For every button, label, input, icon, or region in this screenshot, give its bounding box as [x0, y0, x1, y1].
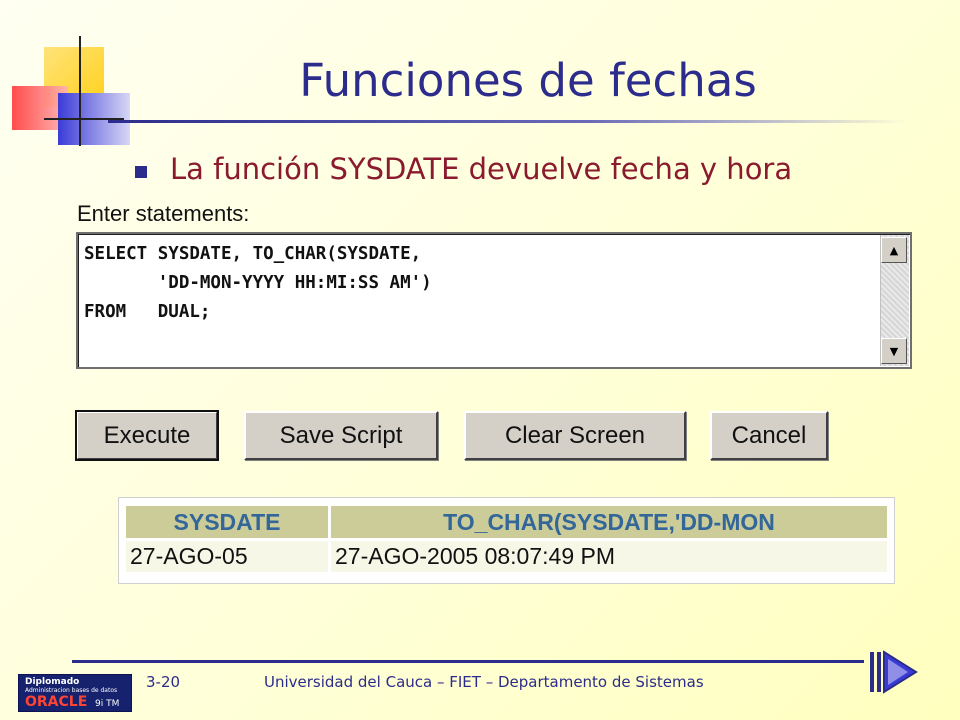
logo-line1: Diplomado — [25, 677, 80, 687]
next-slide-arrow-icon[interactable] — [868, 650, 918, 694]
table-header-row: SYSDATE TO_CHAR(SYSDATE,'DD-MON — [126, 506, 887, 538]
logo-version: 9i TM — [95, 699, 120, 709]
table-cell-sysdate: 27-AGO-05 — [126, 541, 328, 572]
slide-title: Funciones de fechas — [299, 54, 757, 107]
save-script-button[interactable]: Save Script — [244, 411, 438, 460]
title-divider — [108, 120, 908, 123]
sql-editor[interactable]: SELECT SYSDATE, TO_CHAR(SYSDATE, 'DD-MON… — [76, 232, 912, 369]
clear-screen-button[interactable]: Clear Screen — [464, 411, 686, 460]
column-header-to-char: TO_CHAR(SYSDATE,'DD-MON — [331, 506, 887, 538]
editor-scrollbar[interactable]: ▲ ▼ — [880, 235, 909, 366]
triangle-up-icon: ▲ — [889, 243, 899, 257]
logo-line2: Administracion bases de datos — [25, 687, 118, 694]
scroll-down-button[interactable]: ▼ — [881, 338, 907, 364]
result-table-panel: SYSDATE TO_CHAR(SYSDATE,'DD-MON 27-AGO-0… — [118, 497, 895, 584]
bullet-square-icon — [135, 166, 147, 178]
table-row: 27-AGO-05 27-AGO-2005 08:07:49 PM — [126, 541, 887, 572]
scroll-up-button[interactable]: ▲ — [881, 237, 907, 263]
execute-button[interactable]: Execute — [75, 410, 219, 461]
result-table: SYSDATE TO_CHAR(SYSDATE,'DD-MON 27-AGO-0… — [123, 503, 890, 575]
enter-statements-label: Enter statements: — [77, 201, 250, 226]
slide-number: 3-20 — [146, 673, 181, 691]
sql-editor-text[interactable]: SELECT SYSDATE, TO_CHAR(SYSDATE, 'DD-MON… — [84, 240, 432, 327]
triangle-down-icon: ▼ — [889, 344, 899, 358]
logo-brand: ORACLE — [25, 694, 88, 710]
cancel-button[interactable]: Cancel — [710, 411, 828, 460]
column-header-sysdate: SYSDATE — [126, 506, 328, 538]
footer-divider — [72, 660, 864, 663]
footer-text: Universidad del Cauca – FIET – Departame… — [264, 673, 704, 691]
table-cell-to-char: 27-AGO-2005 08:07:49 PM — [331, 541, 887, 572]
bullet-text: La función SYSDATE devuelve fecha y hora — [170, 152, 793, 186]
oracle-logo: Diplomado Administracion bases de datos … — [18, 674, 132, 712]
